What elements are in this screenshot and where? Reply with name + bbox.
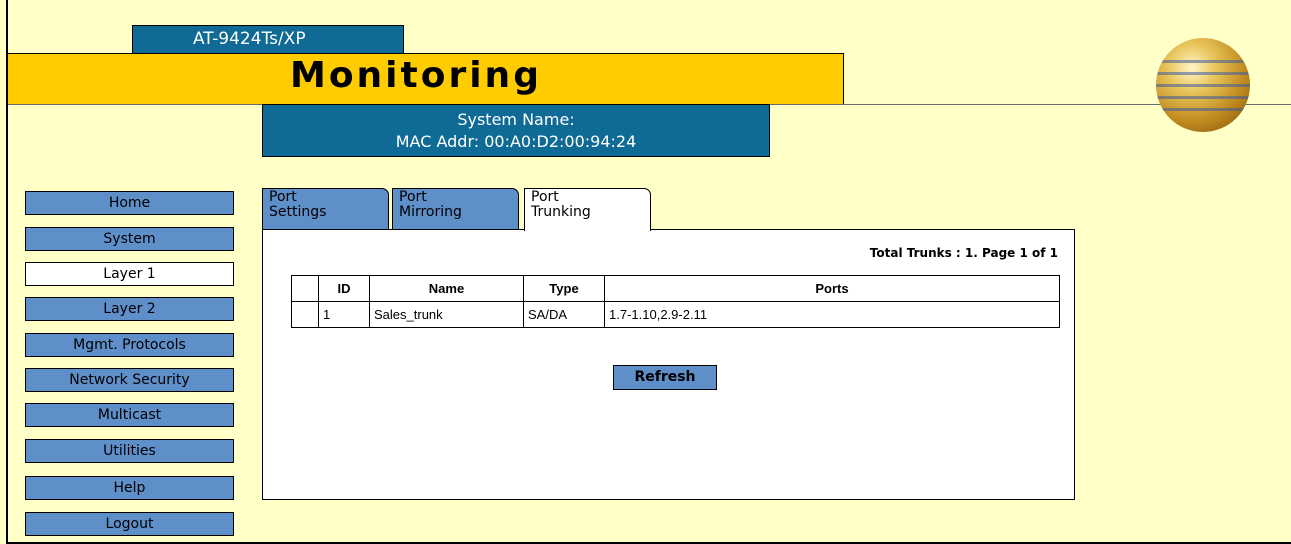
- tab-port-mirroring[interactable]: Port Mirroring: [392, 188, 519, 230]
- total-trunks-label: Total Trunks : 1. Page 1 of 1: [869, 246, 1058, 260]
- nav-item-multicast[interactable]: Multicast: [25, 403, 234, 427]
- system-info-box: System Name: MAC Addr: 00:A0:D2:00:94:24: [262, 104, 770, 157]
- column-header-ports: Ports: [604, 275, 1060, 302]
- cell-name: Sales_trunk: [369, 301, 524, 328]
- tab-port-mirroring-line2: Mirroring: [399, 204, 462, 220]
- cell-ports: 1.7-1.10,2.9-2.11: [604, 301, 1060, 328]
- column-header-id: ID: [318, 275, 370, 302]
- mac-address-label: MAC Addr: 00:A0:D2:00:94:24: [395, 132, 637, 151]
- row-select-cell[interactable]: [291, 301, 319, 328]
- nav-item-logout[interactable]: Logout: [25, 512, 234, 536]
- system-name-label: System Name:: [457, 110, 575, 129]
- column-header-type: Type: [523, 275, 605, 302]
- tab-port-trunking-line2: Trunking: [531, 204, 591, 220]
- port-trunking-panel: Total Trunks : 1. Page 1 of 1 ID Name Ty…: [262, 229, 1075, 500]
- nav-item-network-security[interactable]: Network Security: [25, 368, 234, 392]
- column-header-name: Name: [369, 275, 524, 302]
- nav-item-utilities[interactable]: Utilities: [25, 439, 234, 463]
- tab-port-trunking[interactable]: Port Trunking: [524, 188, 651, 231]
- select-column-header: [291, 275, 319, 302]
- nav-item-home[interactable]: Home: [25, 191, 234, 215]
- tab-port-trunking-line1: Port: [531, 189, 559, 205]
- nav-item-layer-2[interactable]: Layer 2: [25, 297, 234, 321]
- nav-item-help[interactable]: Help: [25, 476, 234, 500]
- table-row[interactable]: 1 Sales_trunk SA/DA 1.7-1.10,2.9-2.11: [291, 301, 1060, 328]
- table-header-row: ID Name Type Ports: [291, 275, 1060, 302]
- nav-item-layer-1[interactable]: Layer 1: [25, 262, 234, 286]
- refresh-button[interactable]: Refresh: [613, 365, 717, 390]
- trunks-table: ID Name Type Ports 1 Sales_trunk SA/DA 1…: [291, 275, 1060, 328]
- tab-port-settings-line2: Settings: [269, 204, 327, 220]
- model-label: AT-9424Ts/XP: [132, 25, 404, 53]
- globe-logo-icon: [1156, 38, 1250, 132]
- cell-type: SA/DA: [523, 301, 605, 328]
- cell-id: 1: [318, 301, 370, 328]
- tab-port-mirroring-line1: Port: [399, 189, 427, 205]
- page-title: Monitoring: [290, 55, 542, 96]
- nav-item-mgmt-protocols[interactable]: Mgmt. Protocols: [25, 333, 234, 357]
- tab-port-settings[interactable]: Port Settings: [262, 188, 389, 230]
- nav-item-system[interactable]: System: [25, 227, 234, 251]
- tab-port-settings-line1: Port: [269, 189, 297, 205]
